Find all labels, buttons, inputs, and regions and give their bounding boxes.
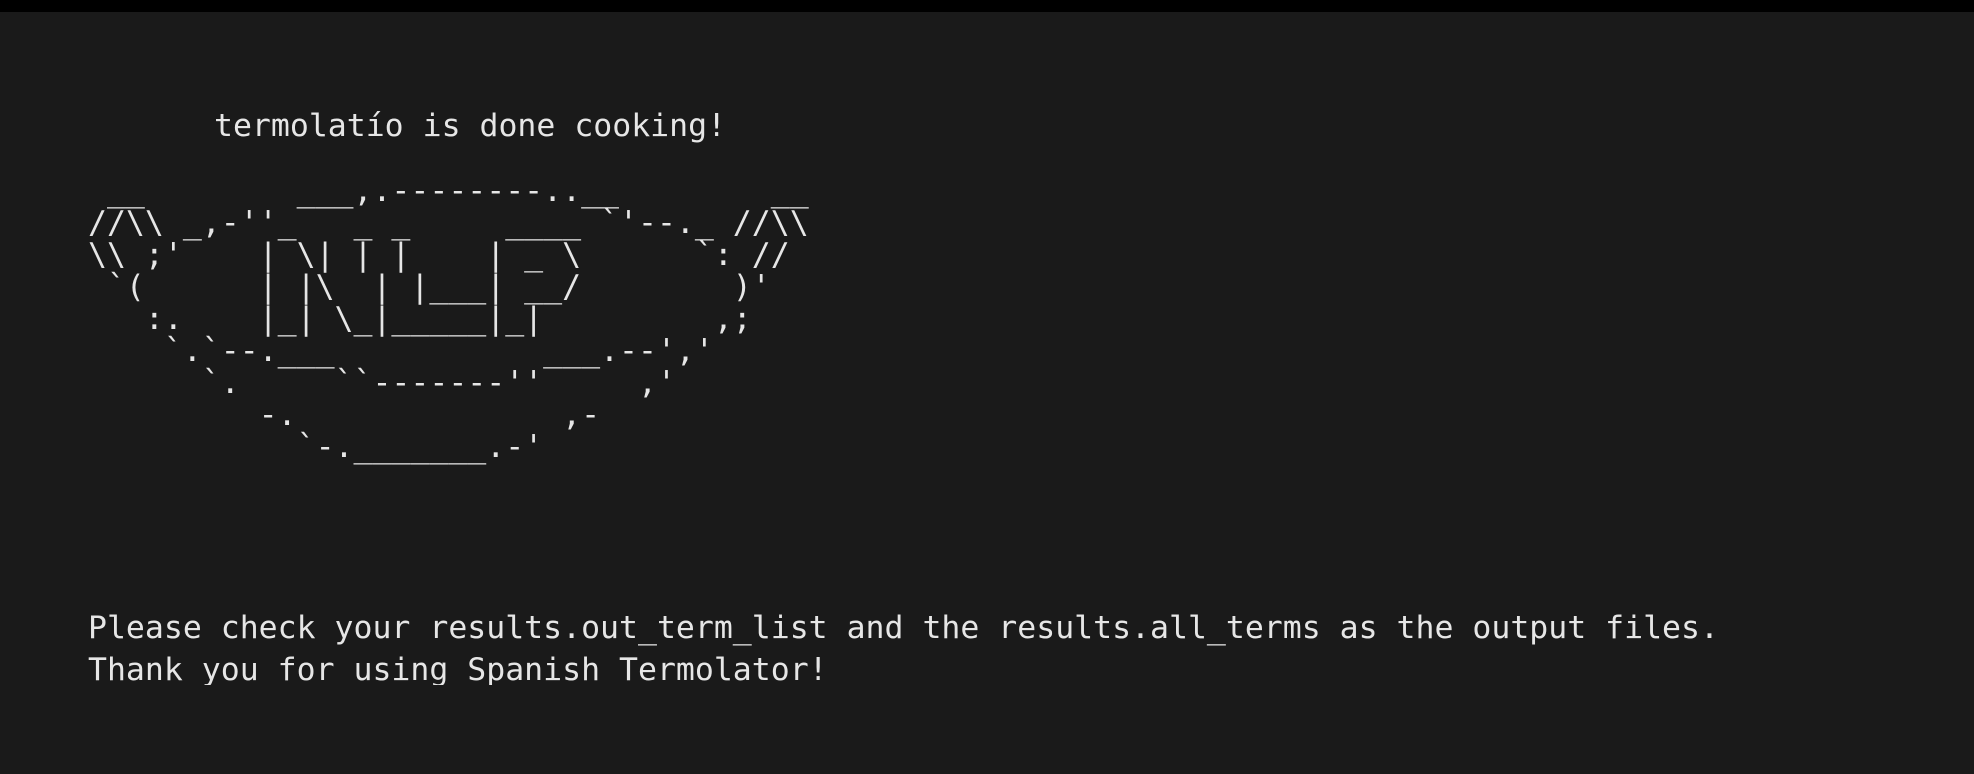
nlp-ascii-logo: __ ___,.--------..__ __ //\\ _,-''_ _ _ … <box>88 173 809 465</box>
done-cooking-message: termolatío is done cooking! <box>214 108 727 144</box>
output-files-message: Please check your results.out_term_list … <box>88 610 1719 646</box>
window-top-bar <box>0 0 1974 12</box>
thank-you-message: Thank you for using Spanish Termolator! <box>88 652 828 685</box>
terminal-output[interactable]: termolatío is done cooking! __ ___,.----… <box>0 12 1974 774</box>
